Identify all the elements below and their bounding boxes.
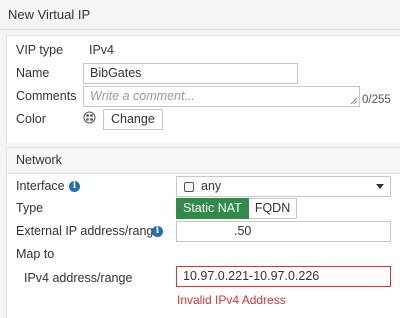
color-palette-icon: [83, 111, 96, 124]
map-to-label: Map to: [16, 247, 55, 261]
interface-select[interactable]: any: [176, 176, 391, 197]
network-section-title: Network: [7, 148, 400, 174]
general-panel: VIP type IPv4 Name BibGates Comments Wri…: [6, 35, 400, 143]
comments-counter: 0/255: [362, 94, 391, 106]
external-ip-label: External IP address/range: [16, 224, 161, 238]
vip-type-label: VIP type: [16, 43, 64, 57]
network-panel: Network Interface i any Type Static NAT …: [6, 147, 400, 318]
window-title: New Virtual IP: [0, 0, 400, 30]
comments-textarea[interactable]: Write a comment...: [83, 86, 360, 107]
type-option-static-nat[interactable]: Static NAT: [176, 198, 249, 219]
comments-label: Comments: [16, 89, 77, 103]
name-label: Name: [16, 66, 50, 80]
chevron-down-icon: [376, 184, 384, 189]
type-label: Type: [16, 201, 44, 215]
color-label: Color: [16, 112, 46, 126]
ipv4-error-message: Invalid IPv4 Address: [177, 293, 286, 307]
interface-label: Interface: [16, 179, 65, 193]
info-icon[interactable]: i: [69, 181, 80, 192]
type-option-fqdn[interactable]: FQDN: [248, 198, 298, 219]
interface-checkbox-icon: [184, 182, 194, 192]
external-ip-input[interactable]: .50: [176, 221, 391, 242]
comments-placeholder: Write a comment...: [90, 89, 195, 103]
info-icon[interactable]: i: [152, 226, 163, 237]
interface-value: any: [201, 179, 222, 193]
vip-type-value: IPv4: [89, 43, 115, 57]
resize-grip-icon[interactable]: [350, 97, 358, 105]
ipv4-range-input[interactable]: 10.97.0.221-10.97.0.226: [176, 266, 391, 287]
type-toggle[interactable]: Static NAT FQDN: [176, 198, 298, 219]
color-change-button[interactable]: Change: [103, 109, 163, 130]
ipv4-range-label: IPv4 address/range: [24, 271, 133, 285]
name-input[interactable]: BibGates: [83, 63, 298, 84]
